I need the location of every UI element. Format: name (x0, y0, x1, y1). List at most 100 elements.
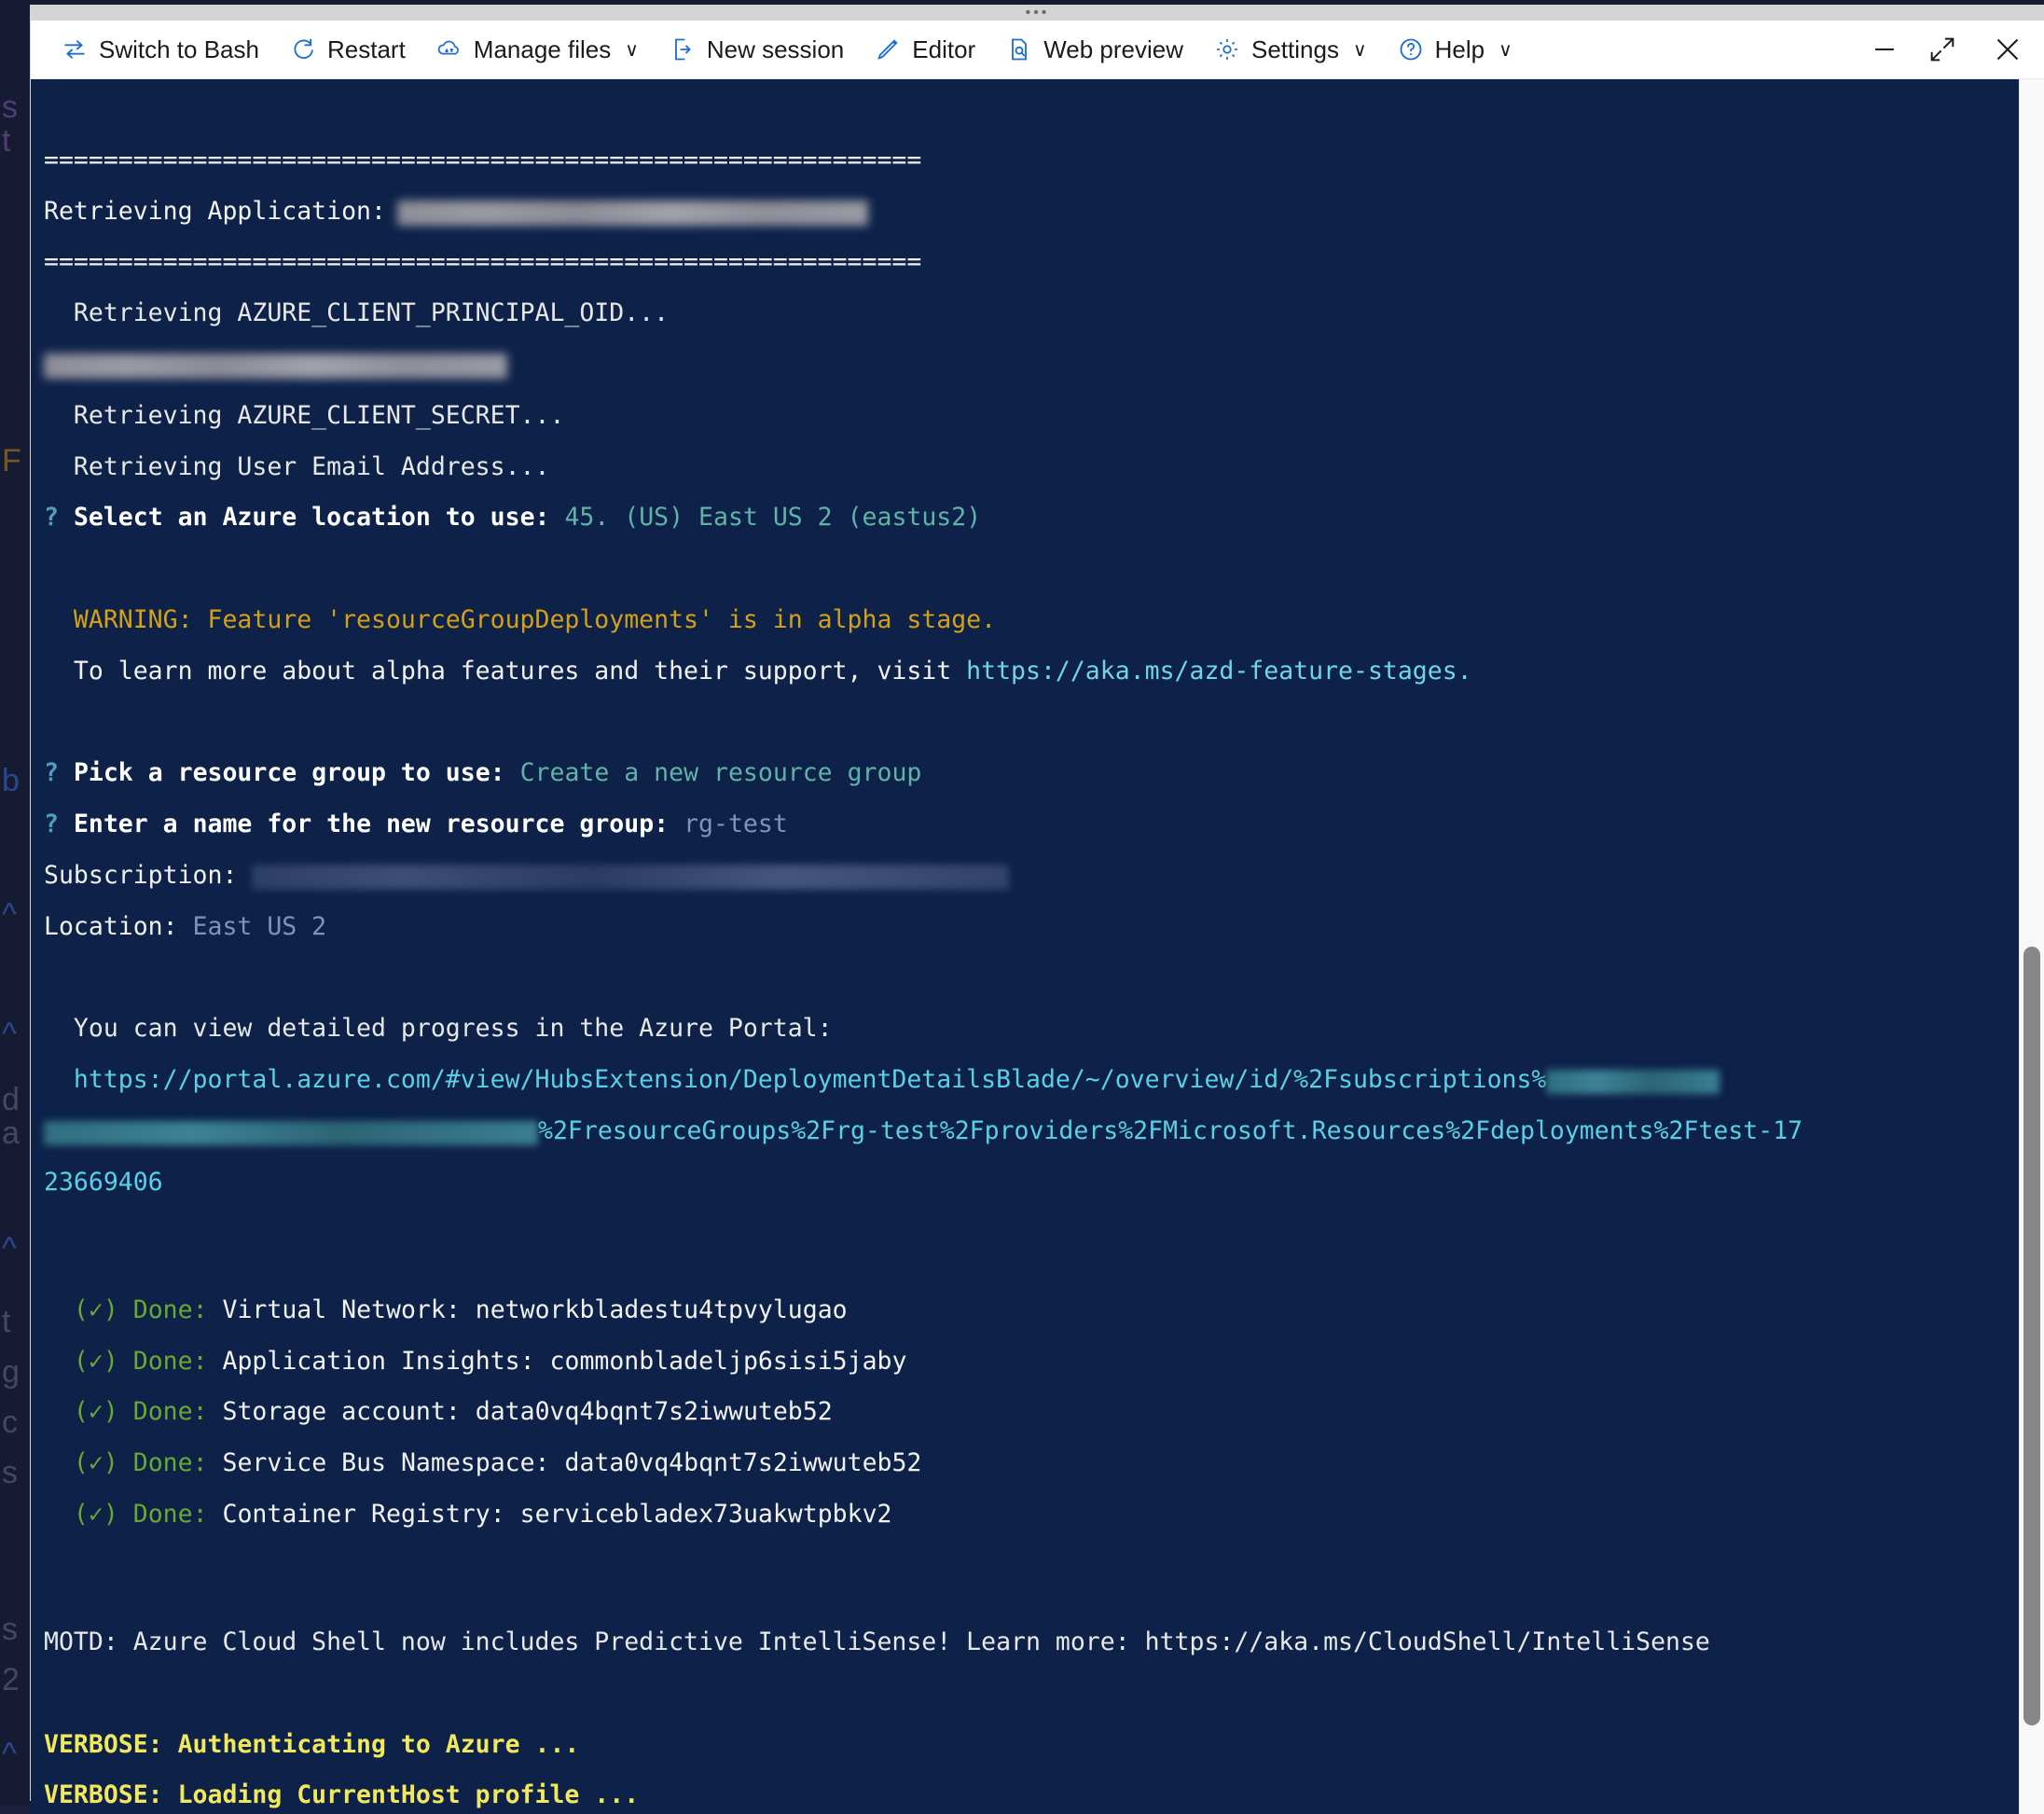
new-session-button[interactable]: New session (656, 30, 857, 70)
restart-label: Restart (326, 35, 406, 63)
help-button[interactable]: Help ∨ (1384, 30, 1526, 70)
done-check-icon: (✓) (73, 1397, 118, 1427)
background-ghost-text: a (2, 1115, 20, 1151)
done-resource-name: servicebladex73uakwtpbkv2 (519, 1499, 892, 1529)
portal-progress-line: You can view detailed progress in the Az… (44, 1014, 833, 1044)
grip-dots-icon: ••• (1025, 5, 1050, 21)
location-value: East US 2 (192, 911, 327, 941)
restart-icon (289, 35, 317, 63)
switch-shell-icon (61, 35, 89, 63)
done-type: Application Insights: (222, 1346, 535, 1376)
portal-url-part-2[interactable]: %2FresourceGroups%2Frg-test%2Fproviders%… (538, 1116, 1802, 1145)
manage-files-label: Manage files (473, 35, 612, 63)
editor-button[interactable]: Editor (861, 30, 988, 70)
redacted-oid-line (44, 352, 2020, 379)
editor-label: Editor (912, 35, 976, 63)
switch-to-bash-label: Switch to Bash (99, 35, 259, 63)
switch-to-bash-button[interactable]: Switch to Bash (48, 30, 272, 70)
done-line: (✓) Done: Virtual Network: networkblades… (44, 1297, 2020, 1322)
help-label: Help (1434, 35, 1485, 63)
separator-line: ========================================… (44, 247, 922, 277)
done-resource-name: data0vq4bqnt7s2iwwuteb52 (475, 1397, 833, 1427)
manage-files-button[interactable]: Manage files ∨ (422, 30, 652, 70)
done-type: Container Registry: (222, 1499, 505, 1529)
alpha-info-text: To learn more about alpha features and t… (44, 656, 967, 685)
done-word: Done: (132, 1499, 208, 1529)
portal-url-line-2: %2FresourceGroups%2Frg-test%2Fproviders%… (44, 1116, 2020, 1145)
background-ghost-text: t (2, 1304, 11, 1339)
portal-url-line-3[interactable]: 23669406 (44, 1169, 2020, 1195)
done-line: (✓) Done: Storage account: data0vq4bqnt7… (44, 1399, 2020, 1424)
question-rg-name-label: Enter a name for the new resource group: (73, 810, 670, 839)
background-ghost-text: b (2, 763, 20, 798)
question-rg-value: Create a new resource group (519, 758, 922, 788)
background-ghost-text: ^ (2, 1017, 17, 1052)
settings-label: Settings (1251, 35, 1339, 63)
new-session-icon (669, 35, 697, 63)
question-marker: ? (44, 810, 59, 839)
done-check-icon: (✓) (73, 1346, 118, 1376)
terminal-scrollbar-thumb[interactable] (2023, 947, 2040, 1725)
alpha-info-line: To learn more about alpha features and t… (44, 658, 2020, 684)
redacted-subscription-id-1 (1546, 1070, 1720, 1095)
web-preview-button[interactable]: Web preview (992, 30, 1196, 70)
cloud-shell-toolbar: Switch to Bash Restart Manage files ∨ Ne… (31, 21, 2044, 79)
question-location-value: 45. (US) East US 2 (eastus2) (564, 503, 982, 533)
window-grip-bar[interactable]: ••• (31, 6, 2044, 21)
settings-button[interactable]: Settings ∨ (1200, 30, 1380, 70)
alpha-feature-link[interactable]: https://aka.ms/azd-feature-stages. (966, 657, 1471, 685)
gear-icon (1213, 35, 1241, 63)
restart-button[interactable]: Restart (276, 30, 419, 70)
minimize-button[interactable] (1856, 21, 1913, 78)
verbose-line: VERBOSE: Authenticating to Azure ... (44, 1729, 580, 1759)
close-button[interactable] (1971, 21, 2044, 78)
terminal-scrollbar-track[interactable] (2019, 79, 2044, 1814)
subscription-line: Subscription: (44, 863, 2020, 890)
chevron-down-icon: ∨ (625, 39, 639, 61)
question-rg-name-line: ? Enter a name for the new resource grou… (44, 811, 2020, 837)
done-word: Done: (132, 1397, 208, 1427)
done-check-icon: (✓) (73, 1448, 118, 1478)
done-check-icon: (✓) (73, 1499, 118, 1529)
background-ghost-text: s (2, 90, 18, 125)
background-ghost-text: ^ (2, 897, 17, 933)
portal-url-line-1: https://portal.azure.com/#view/HubsExten… (44, 1065, 2020, 1095)
background-ghost-text: ^ (2, 1737, 17, 1772)
separator-line: ========================================… (44, 145, 922, 174)
new-session-label: New session (706, 35, 845, 63)
background-ghost-text: g (2, 1354, 20, 1390)
retrieving-application-label: Retrieving Application: (44, 196, 386, 226)
portal-url-part-1[interactable]: https://portal.azure.com/#view/HubsExten… (44, 1065, 1546, 1094)
done-check-icon: (✓) (73, 1295, 118, 1324)
redacted-subscription-id-2 (44, 1120, 538, 1145)
redacted-application-name (396, 200, 868, 226)
retrieving-oid-line: Retrieving AZURE_CLIENT_PRINCIPAL_OID... (44, 298, 670, 328)
question-resource-group-line: ? Pick a resource group to use: Create a… (44, 760, 2020, 785)
question-location-line: ? Select an Azure location to use: 45. (… (44, 505, 2020, 530)
web-preview-icon (1005, 35, 1033, 63)
done-type: Virtual Network: (222, 1295, 461, 1324)
question-marker: ? (44, 758, 59, 788)
background-ghost-text: t (2, 123, 11, 159)
manage-files-icon (435, 35, 463, 63)
maximize-button[interactable] (1913, 21, 1971, 78)
done-resource-name: data0vq4bqnt7s2iwwuteb52 (564, 1448, 922, 1478)
done-word: Done: (132, 1295, 208, 1324)
terminal-output-area[interactable]: ========================================… (31, 79, 2044, 1814)
background-ghost-text: F (2, 443, 21, 478)
verbose-line: VERBOSE: Loading CurrentHost profile ... (44, 1780, 640, 1810)
background-ghost-text: 2 (2, 1662, 20, 1697)
motd-line: MOTD: Azure Cloud Shell now includes Pre… (44, 1627, 1710, 1656)
editor-pencil-icon (874, 35, 902, 63)
background-ghost-text: c (2, 1405, 18, 1440)
done-line: (✓) Done: Service Bus Namespace: data0vq… (44, 1450, 2020, 1475)
done-word: Done: (132, 1448, 208, 1478)
question-location-label: Select an Azure location to use: (73, 503, 550, 533)
done-type: Service Bus Namespace: (222, 1448, 550, 1478)
done-resource-name: networkbladestu4tpvylugao (475, 1295, 848, 1324)
background-ghost-text: d (2, 1082, 20, 1117)
